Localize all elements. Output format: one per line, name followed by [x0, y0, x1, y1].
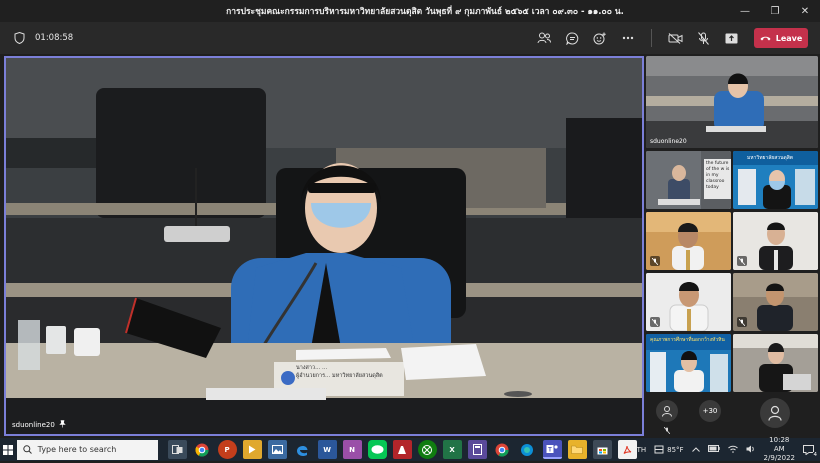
participants-icon[interactable] — [531, 25, 557, 51]
participant-tile-9[interactable] — [733, 334, 818, 392]
tile-8-banner: คุณภาพการศึกษาที่นอกกว้างหัวหิน — [650, 337, 725, 343]
edge-icon[interactable] — [293, 440, 312, 459]
weather-widget[interactable]: 85°F — [654, 445, 684, 454]
participant-tile-3[interactable]: มหาวิทยาลัยสวนดุสิต — [733, 151, 818, 209]
weather-temp: 85°F — [667, 445, 684, 454]
search-icon — [22, 445, 32, 454]
main-video-stage[interactable]: นางสาว... ... ผู้อำนวยการ... มหาวิทยาลัย… — [4, 56, 644, 436]
leave-button[interactable]: Leave — [754, 28, 808, 48]
chrome-profile-icon[interactable] — [493, 440, 512, 459]
pin-icon[interactable] — [59, 420, 66, 430]
taskbar-search-box[interactable]: Type here to search — [16, 439, 158, 460]
window-title: การประชุมคณะกรรมการบริหารมหาวิทยาลัยสวนด… — [226, 7, 624, 17]
taskbar-clock[interactable]: 10:28 AM 2/9/2022 — [764, 436, 795, 463]
notifications-icon[interactable]: 4 — [803, 444, 818, 458]
teams-icon[interactable]: T — [542, 440, 562, 459]
os-taskbar: Type here to search P W N X T TH 85°F 10… — [0, 436, 820, 463]
tile-5-mic-off-icon — [737, 256, 747, 266]
participant-tile-8[interactable]: คุณภาพการศึกษาที่นอกกว้างหัวหิน — [646, 334, 731, 392]
more-participants-button[interactable]: +30 — [699, 400, 721, 422]
participant-avatar[interactable] — [656, 400, 678, 422]
self-view-avatar[interactable] — [760, 398, 790, 428]
leave-label: Leave — [775, 33, 803, 43]
shield-icon[interactable] — [14, 29, 25, 48]
search-placeholder: Type here to search — [37, 445, 117, 454]
participant-tile-2[interactable]: the future of the w is in my classroo to… — [646, 151, 731, 209]
participant-video — [646, 56, 818, 148]
store-icon[interactable] — [592, 440, 612, 459]
file-explorer-icon[interactable] — [567, 440, 587, 459]
svg-text:T: T — [548, 447, 552, 453]
participant-tile-5[interactable] — [733, 212, 818, 270]
nameplate-line2: ผู้อำนวยการ... มหาวิทยาลัยสวนดุสิต — [296, 373, 383, 379]
nameplate: นางสาว... ... ผู้อำนวยการ... มหาวิทยาลัย… — [296, 364, 406, 380]
stage-participant-label: sduonline20 — [12, 420, 66, 430]
tile-6-mic-off-icon — [650, 317, 660, 327]
excel-icon[interactable]: X — [442, 440, 462, 459]
system-tray: TH 85°F 10:28 AM 2/9/2022 4 — [637, 436, 820, 463]
edge-beta-icon[interactable] — [518, 440, 537, 459]
camera-off-icon[interactable] — [662, 25, 688, 51]
participant-gallery: sduonline20 the future of the w is in my… — [646, 56, 820, 436]
media-player-icon[interactable] — [242, 440, 262, 459]
toolbar-divider — [651, 29, 652, 47]
meeting-toolbar: 01:08:58 Leave — [0, 22, 820, 54]
phone-hangup-icon — [760, 36, 771, 41]
battery-icon[interactable] — [707, 445, 720, 454]
tile-1-label: sduonline20 — [650, 138, 687, 145]
pdf-icon[interactable] — [617, 440, 637, 459]
weather-icon — [654, 445, 664, 454]
close-button[interactable]: ✕ — [790, 0, 820, 22]
word-icon[interactable]: W — [317, 440, 337, 459]
participant-tile-6[interactable] — [646, 273, 731, 331]
tile-4-mic-off-icon — [650, 256, 660, 266]
mic-off-icon[interactable] — [690, 25, 716, 51]
meeting-timer: 01:08:58 — [35, 33, 74, 43]
network-icon[interactable] — [727, 445, 738, 455]
tile-2-caption: the future of the w is in my classroo to… — [706, 161, 730, 190]
clock-date: 2/9/2022 — [763, 454, 795, 462]
input-language[interactable]: TH — [637, 446, 647, 454]
photos-icon[interactable] — [267, 440, 287, 459]
participant-tile-1[interactable]: sduonline20 — [646, 56, 818, 148]
title-bar: การประชุมคณะกรรมการบริหารมหาวิทยาลัยสวนด… — [0, 0, 820, 22]
person-icon — [768, 405, 782, 421]
chrome-icon[interactable] — [193, 440, 212, 459]
chat-icon[interactable] — [559, 25, 585, 51]
participant-tile-7[interactable] — [733, 273, 818, 331]
onenote-icon[interactable]: N — [342, 440, 362, 459]
tile-3-banner: มหาวิทยาลัยสวนดุสิต — [747, 155, 794, 161]
windows-start-icon[interactable] — [0, 438, 17, 461]
chevron-up-icon[interactable] — [691, 446, 700, 454]
maximize-button[interactable]: ❐ — [760, 0, 790, 22]
clock-time: 10:28 AM — [769, 436, 790, 453]
more-options-icon[interactable] — [615, 25, 641, 51]
share-screen-icon[interactable] — [718, 25, 744, 51]
volume-icon[interactable] — [746, 445, 756, 455]
task-view-icon[interactable] — [167, 440, 187, 459]
xbox-icon[interactable] — [417, 440, 437, 459]
calculator-icon[interactable] — [467, 440, 487, 459]
stage-participant-name: sduonline20 — [12, 421, 55, 429]
minimize-button[interactable]: — — [730, 0, 760, 22]
nameplate-line1: นางสาว... ... — [296, 365, 328, 371]
notification-count-badge: 4 — [812, 451, 818, 458]
powerpoint-icon[interactable]: P — [217, 440, 237, 459]
participant-video — [733, 334, 818, 392]
line-app-icon[interactable] — [367, 440, 387, 459]
participant-tile-4[interactable] — [646, 212, 731, 270]
person-icon — [662, 406, 672, 417]
reactions-icon[interactable] — [587, 25, 613, 51]
tile-7-mic-off-icon — [737, 317, 747, 327]
adobe-app-icon[interactable] — [392, 440, 412, 459]
avatar-mic-off-icon — [662, 425, 672, 435]
